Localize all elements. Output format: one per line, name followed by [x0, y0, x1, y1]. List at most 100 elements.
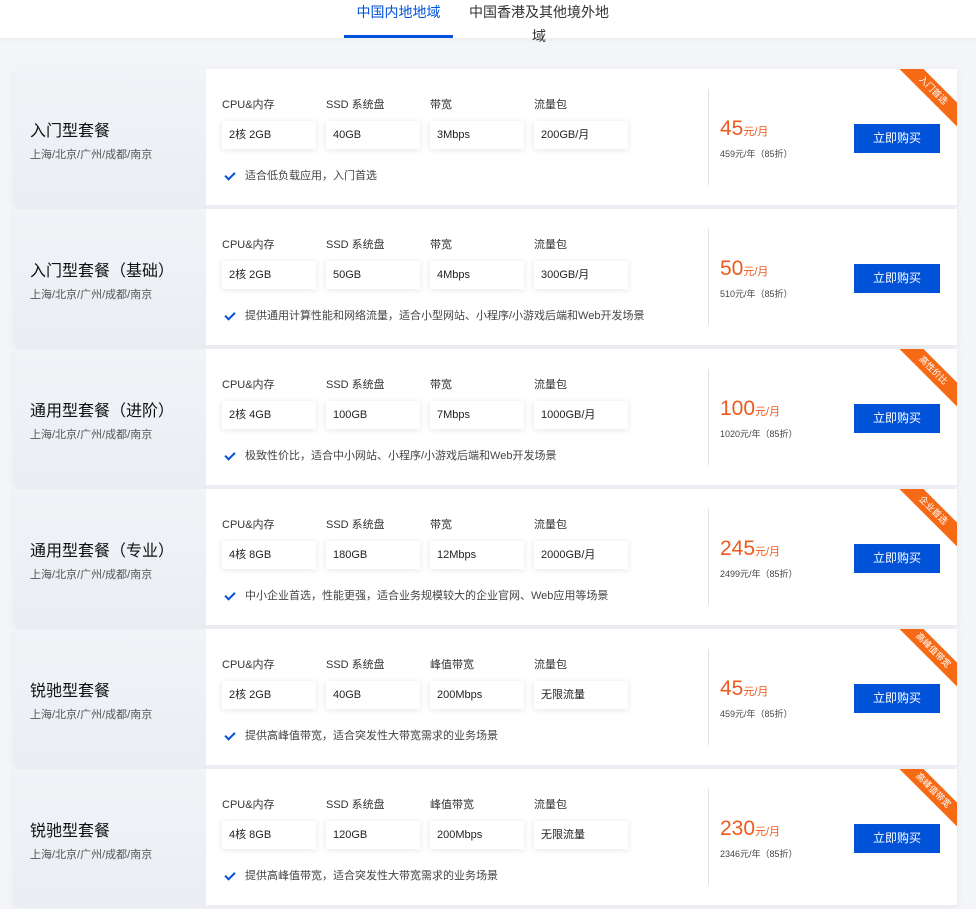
price-unit: 元/月 — [755, 546, 781, 558]
spec-label: 流量包 — [534, 239, 567, 251]
spec-value: 2核 2GB — [222, 681, 316, 709]
tab-mainland-china[interactable]: 中国内地地域 — [344, 0, 453, 38]
plan-price: 45元/月 — [720, 117, 768, 141]
spec-value: 200Mbps — [430, 681, 524, 709]
corner-ribbon: 高峰值带宽 — [897, 769, 957, 829]
annual-price: 2499元/年（85折） — [720, 569, 798, 579]
price-unit: 元/月 — [755, 826, 781, 838]
spec-label: CPU&内存 — [222, 659, 275, 671]
corner-ribbon: 企业首选 — [897, 489, 957, 549]
spec-value: 无限流量 — [534, 821, 628, 849]
spec-value: 200Mbps — [430, 821, 524, 849]
plan-regions: 上海/北京/广州/成都/南京 — [30, 709, 153, 721]
plan-header: 锐驰型套餐 上海/北京/广州/成都/南京 — [14, 629, 206, 765]
spec-value: 40GB — [326, 121, 420, 149]
plan-card: 通用型套餐（进阶） 上海/北京/广州/成都/南京 CPU&内存 2核 4GB S… — [14, 349, 957, 485]
spec-label: CPU&内存 — [222, 99, 275, 111]
price-amount: 45 — [720, 117, 744, 140]
plan-description-text: 提供通用计算性能和网络流量，适合小型网站、小程序/小游戏后端和Web开发场景 — [245, 310, 645, 322]
spec-label: 峰值带宽 — [430, 659, 474, 671]
plan-description: 提供高峰值带宽，适合突发性大带宽需求的业务场景 — [222, 867, 498, 883]
plan-name: 入门型套餐（基础） — [30, 263, 175, 280]
plan-description-text: 极致性价比，适合中小网站、小程序/小游戏后端和Web开发场景 — [245, 450, 557, 462]
divider — [708, 509, 709, 605]
plan-specs: CPU&内存 4核 8GB SSD 系统盘 120GB 峰值带宽 200Mbps… — [222, 769, 702, 905]
plan-name: 锐驰型套餐 — [30, 823, 111, 840]
price-amount: 100 — [720, 397, 756, 420]
spec-value: 200GB/月 — [534, 121, 628, 149]
price-amount: 50 — [720, 257, 744, 280]
plan-specs: CPU&内存 2核 2GB SSD 系统盘 50GB 带宽 4Mbps 流量包 … — [222, 209, 702, 345]
annual-price: 1020元/年（85折） — [720, 429, 798, 439]
spec-value: 100GB — [326, 401, 420, 429]
spec-label: 带宽 — [430, 519, 452, 531]
price-amount: 230 — [720, 817, 756, 840]
spec-value: 1000GB/月 — [534, 401, 628, 429]
spec-label: CPU&内存 — [222, 799, 275, 811]
plan-card: 入门型套餐 上海/北京/广州/成都/南京 CPU&内存 2核 2GB SSD 系… — [14, 69, 957, 205]
plan-price: 230元/月 — [720, 817, 780, 841]
plan-header: 入门型套餐 上海/北京/广州/成都/南京 — [14, 69, 206, 205]
spec-label: SSD 系统盘 — [326, 659, 385, 671]
corner-ribbon: 高性价比 — [897, 349, 957, 409]
spec-label: 峰值带宽 — [430, 799, 474, 811]
ribbon-label: 高峰值带宽 — [897, 629, 957, 689]
plan-specs: CPU&内存 4核 8GB SSD 系统盘 180GB 带宽 12Mbps 流量… — [222, 489, 702, 625]
spec-value: 2核 4GB — [222, 401, 316, 429]
plan-description-text: 适合低负载应用，入门首选 — [245, 170, 377, 182]
check-icon — [224, 448, 236, 461]
divider — [708, 369, 709, 465]
spec-value: 2核 2GB — [222, 121, 316, 149]
spec-label: SSD 系统盘 — [326, 379, 385, 391]
price-unit: 元/月 — [755, 406, 781, 418]
plan-price: 245元/月 — [720, 537, 780, 561]
spec-value: 50GB — [326, 261, 420, 289]
spec-value: 4核 8GB — [222, 541, 316, 569]
region-tabs: 中国内地地域 中国香港及其他境外地域 — [0, 0, 976, 44]
plan-regions: 上海/北京/广州/成都/南京 — [30, 429, 153, 441]
price-amount: 245 — [720, 537, 756, 560]
plan-card: 通用型套餐（专业） 上海/北京/广州/成都/南京 CPU&内存 4核 8GB S… — [14, 489, 957, 625]
corner-ribbon: 高峰值带宽 — [897, 629, 957, 689]
plan-specs: CPU&内存 2核 2GB SSD 系统盘 40GB 峰值带宽 200Mbps … — [222, 629, 702, 765]
spec-value: 180GB — [326, 541, 420, 569]
spec-label: 流量包 — [534, 659, 567, 671]
spec-value: 4核 8GB — [222, 821, 316, 849]
plan-specs: CPU&内存 2核 2GB SSD 系统盘 40GB 带宽 3Mbps 流量包 … — [222, 69, 702, 205]
tab-hongkong-overseas[interactable]: 中国香港及其他境外地域 — [468, 0, 610, 44]
spec-label: CPU&内存 — [222, 519, 275, 531]
annual-price: 510元/年（85折） — [720, 289, 793, 299]
plan-specs: CPU&内存 2核 4GB SSD 系统盘 100GB 带宽 7Mbps 流量包… — [222, 349, 702, 485]
spec-value: 2000GB/月 — [534, 541, 628, 569]
corner-ribbon: 入门首选 — [897, 69, 957, 129]
spec-label: CPU&内存 — [222, 239, 275, 251]
spec-value: 40GB — [326, 681, 420, 709]
price-unit: 元/月 — [743, 126, 769, 138]
annual-price: 459元/年（85折） — [720, 149, 793, 159]
spec-value: 3Mbps — [430, 121, 524, 149]
plan-description: 中小企业首选，性能更强，适合业务规模较大的企业官网、Web应用等场景 — [222, 587, 608, 603]
plan-header: 通用型套餐（进阶） 上海/北京/广州/成都/南京 — [14, 349, 206, 485]
plan-name: 入门型套餐 — [30, 123, 111, 140]
check-icon — [224, 728, 236, 741]
price-unit: 元/月 — [743, 266, 769, 278]
spec-value: 2核 2GB — [222, 261, 316, 289]
divider — [708, 89, 709, 185]
plan-description-text: 中小企业首选，性能更强，适合业务规模较大的企业官网、Web应用等场景 — [245, 590, 609, 602]
plan-price: 45元/月 — [720, 677, 768, 701]
plan-description: 提供高峰值带宽，适合突发性大带宽需求的业务场景 — [222, 727, 498, 743]
annual-price: 459元/年（85折） — [720, 709, 793, 719]
plan-price: 50元/月 — [720, 257, 768, 281]
plan-regions: 上海/北京/广州/成都/南京 — [30, 149, 153, 161]
buy-now-button[interactable]: 立即购买 — [854, 264, 940, 293]
spec-value: 120GB — [326, 821, 420, 849]
price-amount: 45 — [720, 677, 744, 700]
plan-name: 锐驰型套餐 — [30, 683, 111, 700]
spec-label: SSD 系统盘 — [326, 239, 385, 251]
spec-label: SSD 系统盘 — [326, 519, 385, 531]
plan-name: 通用型套餐（进阶） — [30, 403, 175, 420]
annual-price: 2346元/年（85折） — [720, 849, 798, 859]
spec-label: SSD 系统盘 — [326, 99, 385, 111]
price-unit: 元/月 — [743, 686, 769, 698]
spec-value: 300GB/月 — [534, 261, 628, 289]
